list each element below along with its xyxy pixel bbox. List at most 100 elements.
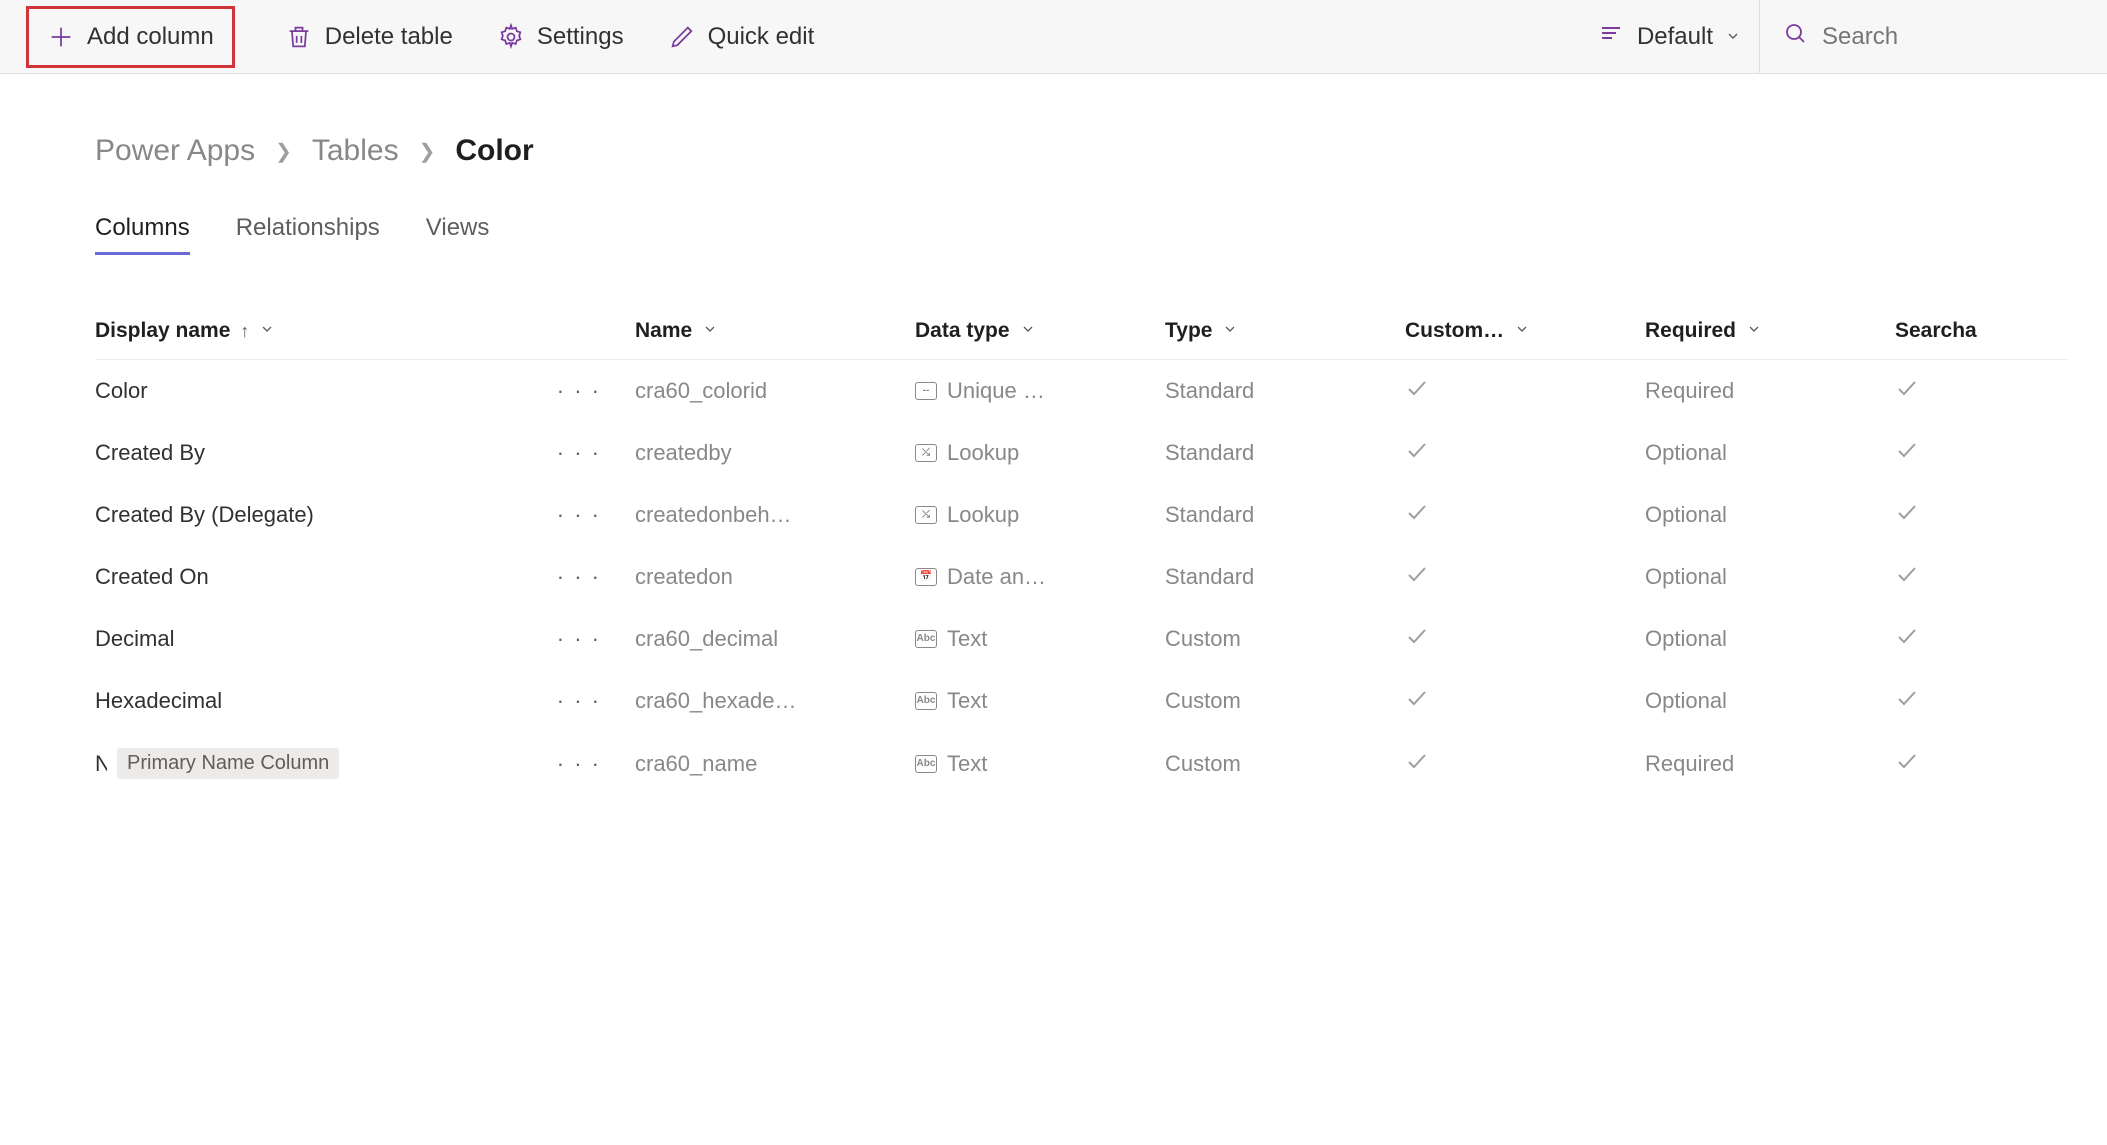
settings-button[interactable]: Settings (479, 9, 642, 65)
list-icon (1597, 21, 1625, 52)
add-column-label: Add column (87, 23, 214, 51)
breadcrumb-current: Color (455, 134, 533, 168)
column-schema-name: cra60_decimal (635, 626, 915, 652)
column-searchable-check (1895, 500, 2015, 530)
column-custom-check (1405, 438, 1645, 468)
data-type-icon: ⤯ (915, 444, 937, 462)
column-display-name[interactable]: Color (95, 378, 148, 404)
column-data-type: Date an… (947, 564, 1046, 590)
header-searchable[interactable]: Searcha (1895, 319, 2015, 343)
header-name[interactable]: Name (635, 319, 915, 343)
column-type: Standard (1165, 502, 1405, 528)
more-options-icon[interactable]: · · · (553, 626, 605, 652)
column-type: Custom (1165, 688, 1405, 714)
column-display-name[interactable]: Decimal (95, 626, 174, 652)
header-data-type[interactable]: Data type (915, 319, 1165, 343)
column-data-type: Text (947, 688, 987, 714)
plus-icon (47, 23, 75, 51)
chevron-right-icon: ❯ (275, 139, 292, 164)
header-display-name[interactable]: Display name ↑ (95, 319, 635, 343)
column-display-name[interactable]: Created By (95, 440, 205, 466)
header-custom[interactable]: Custom… (1405, 319, 1645, 343)
delete-table-label: Delete table (325, 23, 453, 51)
more-options-icon[interactable]: · · · (553, 502, 605, 528)
column-type: Standard (1165, 440, 1405, 466)
column-schema-name: cra60_name (635, 751, 915, 777)
column-searchable-check (1895, 749, 2015, 779)
chevron-down-icon (1020, 319, 1036, 343)
chevron-down-icon (1514, 319, 1530, 343)
search-input[interactable] (1822, 23, 2075, 51)
column-display-name[interactable]: Name (95, 751, 107, 777)
breadcrumb: Power Apps ❯ Tables ❯ Color (95, 134, 2067, 168)
breadcrumb-root[interactable]: Power Apps (95, 134, 255, 168)
data-type-icon: -- (915, 382, 937, 400)
breadcrumb-tables[interactable]: Tables (312, 134, 399, 168)
delete-table-button[interactable]: Delete table (267, 9, 471, 65)
column-schema-name: createdby (635, 440, 915, 466)
column-display-name[interactable]: Created By (Delegate) (95, 502, 314, 528)
column-data-type: Unique … (947, 378, 1045, 404)
column-required: Optional (1645, 564, 1895, 590)
column-custom-check (1405, 562, 1645, 592)
tab-views[interactable]: Views (426, 214, 490, 255)
data-type-icon: ⤯ (915, 506, 937, 524)
more-options-icon[interactable]: · · · (553, 751, 605, 777)
column-schema-name: createdonbeh… (635, 502, 915, 528)
more-options-icon[interactable]: · · · (553, 440, 605, 466)
column-data-type: Text (947, 626, 987, 652)
data-type-icon: Abc (915, 630, 937, 648)
table-row[interactable]: Created By· · ·createdby⤯LookupStandardO… (95, 422, 2067, 484)
data-type-icon: Abc (915, 692, 937, 710)
column-required: Required (1645, 751, 1895, 777)
data-type-icon: Abc (915, 755, 937, 773)
settings-label: Settings (537, 23, 624, 51)
chevron-right-icon: ❯ (419, 139, 436, 164)
table-row[interactable]: Color · · · cra60_colorid-- Unique … Standar… (95, 360, 2067, 422)
more-options-icon[interactable]: · · · (553, 564, 605, 590)
table-row[interactable]: Created On· · ·createdon📅Date an…Standar… (95, 546, 2067, 608)
column-data-type: Lookup (947, 502, 1019, 528)
tab-relationships[interactable]: Relationships (236, 214, 380, 255)
add-column-button[interactable]: Add column (26, 6, 235, 68)
pencil-icon (668, 23, 696, 51)
view-selector-label: Default (1637, 23, 1713, 51)
column-custom-check (1405, 376, 1645, 406)
column-custom-check (1405, 749, 1645, 779)
sort-ascending-icon: ↑ (240, 321, 249, 342)
table-row[interactable]: Created By (Delegate) · · · createdonbeh…⤯… (95, 484, 2067, 546)
data-type-icon: 📅 (915, 568, 937, 586)
primary-name-badge: Primary Name Column (117, 748, 339, 779)
trash-icon (285, 23, 313, 51)
column-display-name[interactable]: Hexadecimal (95, 688, 222, 714)
column-type: Custom (1165, 626, 1405, 652)
quick-edit-button[interactable]: Quick edit (650, 9, 833, 65)
chevron-down-icon (702, 319, 718, 343)
more-options-icon[interactable]: · · · (553, 378, 605, 404)
column-schema-name: cra60_colorid (635, 378, 915, 404)
search-box[interactable] (1759, 0, 2099, 73)
table-row[interactable]: Name Primary Name Column · · · cra60_nameAb… (95, 732, 2067, 795)
column-searchable-check (1895, 686, 2015, 716)
header-required[interactable]: Required (1645, 319, 1895, 343)
view-selector[interactable]: Default (1579, 21, 1759, 52)
column-display-name[interactable]: Created On (95, 564, 209, 590)
columns-table: Display name ↑ Name Data type Type Custo… (95, 303, 2067, 795)
column-searchable-check (1895, 376, 2015, 406)
column-searchable-check (1895, 438, 2015, 468)
column-searchable-check (1895, 562, 2015, 592)
column-data-type: Lookup (947, 440, 1019, 466)
column-type: Standard (1165, 378, 1405, 404)
table-row[interactable]: Decimal· · ·cra60_decimalAbcTextCustomOp… (95, 608, 2067, 670)
header-type[interactable]: Type (1165, 319, 1405, 343)
column-custom-check (1405, 500, 1645, 530)
quick-edit-label: Quick edit (708, 23, 815, 51)
column-custom-check (1405, 686, 1645, 716)
more-options-icon[interactable]: · · · (553, 688, 605, 714)
tab-strip: Columns Relationships Views (95, 214, 2067, 255)
column-data-type: Text (947, 751, 987, 777)
column-required: Optional (1645, 502, 1895, 528)
table-row[interactable]: Hexadecimal· · ·cra60_hexade…AbcTextCust… (95, 670, 2067, 732)
tab-columns[interactable]: Columns (95, 214, 190, 255)
column-custom-check (1405, 624, 1645, 654)
